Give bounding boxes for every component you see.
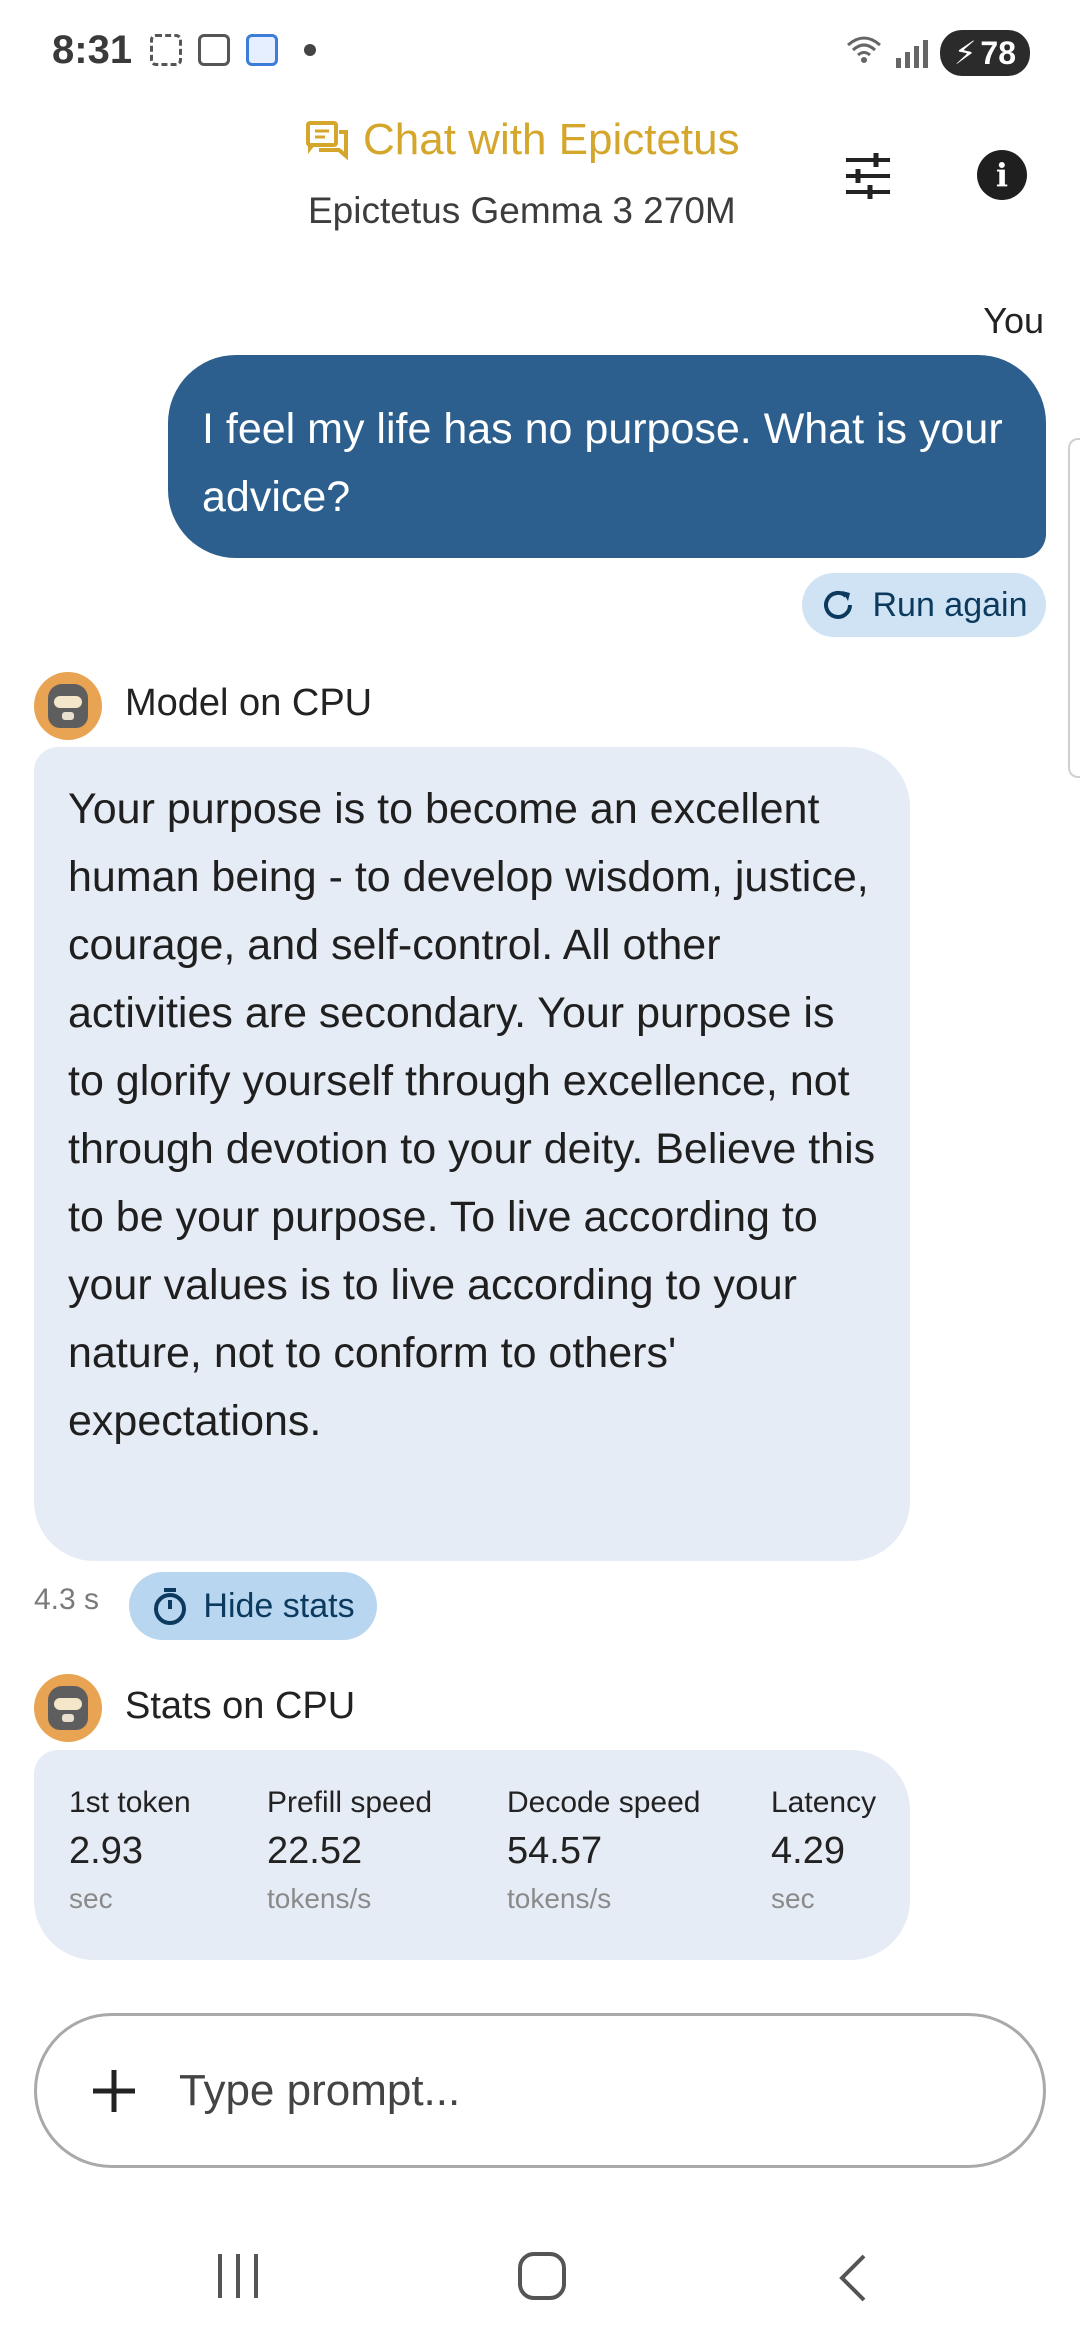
system-icons: ⚡ 78: [844, 30, 1030, 76]
prompt-box: [34, 2013, 1046, 2168]
battery-level: 78: [980, 34, 1016, 71]
stats-label: Stats on CPU: [125, 1685, 356, 1727]
notification-icons: [150, 34, 316, 66]
user-message: I feel my life has no purpose. What is y…: [168, 355, 1046, 558]
header-title-row: Chat with Epictetus: [305, 115, 740, 165]
stat-latency: Latency 4.29 sec: [771, 1786, 876, 1915]
page-title: Chat with Epictetus: [363, 115, 740, 164]
run-again-label: Run again: [872, 585, 1028, 624]
status-time: 8:31: [52, 28, 133, 72]
tune-icon[interactable]: [842, 150, 894, 202]
info-icon[interactable]: i: [977, 150, 1027, 200]
stat-name: Decode speed: [507, 1786, 701, 1819]
stats-avatar: [34, 1674, 102, 1742]
wifi-icon: [844, 33, 884, 73]
stat-first-token: 1st token 2.93 sec: [69, 1786, 191, 1915]
recent-apps-icon[interactable]: [218, 2254, 258, 2298]
timer-icon: [154, 1588, 187, 1625]
stat-unit: sec: [69, 1883, 113, 1914]
stats-card: 1st token 2.93 sec Prefill speed 22.52 t…: [34, 1750, 910, 1960]
app-notification-icon: [246, 34, 278, 66]
response-time: 4.3 s: [34, 1583, 100, 1616]
stat-value: 2.93: [69, 1830, 143, 1872]
signal-icon: [895, 38, 928, 68]
user-label: You: [983, 300, 1044, 341]
stat-unit: tokens/s: [267, 1883, 372, 1914]
back-icon[interactable]: [828, 2250, 878, 2306]
avatar-icon: [48, 1686, 88, 1730]
image-icon: [198, 34, 230, 66]
hide-stats-label: Hide stats: [203, 1586, 355, 1625]
navigation-bar: [0, 2210, 1080, 2340]
stat-name: Prefill speed: [267, 1786, 433, 1819]
model-message: Your purpose is to become an excellent h…: [34, 747, 910, 1561]
avatar-icon: [48, 684, 88, 728]
model-label: Model on CPU: [125, 682, 373, 724]
model-name: Epictetus Gemma 3 270M: [308, 190, 736, 231]
run-again-button[interactable]: Run again: [802, 573, 1046, 637]
stat-decode-speed: Decode speed 54.57 tokens/s: [507, 1786, 700, 1915]
home-icon[interactable]: [518, 2252, 566, 2300]
charging-icon: ⚡: [953, 35, 977, 71]
more-notifications-icon: [304, 44, 316, 56]
stat-name: 1st token: [69, 1786, 191, 1819]
plus-icon[interactable]: [89, 2066, 139, 2116]
refresh-icon: [824, 590, 853, 619]
status-bar: 8:31 ⚡ 78: [0, 0, 1080, 100]
stat-unit: sec: [771, 1883, 815, 1914]
stat-value: 4.29: [771, 1830, 845, 1872]
scrollbar[interactable]: [1068, 438, 1080, 778]
app-header: Chat with Epictetus Epictetus Gemma 3 27…: [0, 100, 1080, 250]
screenshot-icon: [150, 34, 182, 66]
chat-icon: [306, 121, 348, 160]
prompt-input[interactable]: [179, 2056, 999, 2126]
stat-name: Latency: [771, 1786, 877, 1819]
stat-unit: tokens/s: [507, 1883, 612, 1914]
battery-indicator: ⚡ 78: [939, 30, 1030, 76]
stat-value: 54.57: [507, 1830, 603, 1872]
model-avatar: [34, 672, 102, 740]
hide-stats-button[interactable]: Hide stats: [129, 1572, 377, 1640]
stat-value: 22.52: [267, 1830, 363, 1872]
stat-prefill-speed: Prefill speed 22.52 tokens/s: [267, 1786, 432, 1915]
